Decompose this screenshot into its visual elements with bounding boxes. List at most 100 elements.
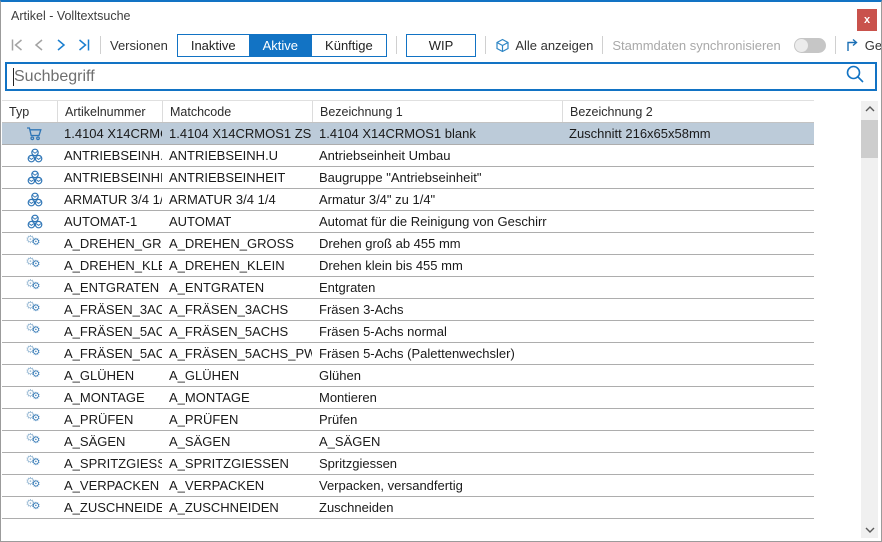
cell-bezeichnung1: Prüfen bbox=[312, 409, 562, 430]
cell-bezeichnung2 bbox=[562, 475, 814, 496]
cell-bezeichnung1: Glühen bbox=[312, 365, 562, 386]
cell-artikelnummer: A_DREHEN_GROSS bbox=[57, 233, 162, 254]
volltextsuche-window: Artikel - Volltextsuche x Versionen Inak… bbox=[0, 0, 882, 542]
scrollbar-thumb[interactable] bbox=[861, 120, 878, 158]
column-header-bezeichnung1[interactable]: Bezeichnung 1 bbox=[312, 101, 562, 122]
table-row[interactable]: AUTOMAT-1 AUTOMAT Automat für die Reinig… bbox=[2, 211, 814, 233]
cell-bezeichnung1: Zuschneiden bbox=[312, 497, 562, 518]
cell-bezeichnung2 bbox=[562, 211, 814, 232]
chevron-down-icon bbox=[865, 527, 875, 533]
scroll-down-button[interactable] bbox=[861, 522, 878, 538]
cell-bezeichnung1: Montieren bbox=[312, 387, 562, 408]
cell-bezeichnung2 bbox=[562, 409, 814, 430]
next-record-button[interactable] bbox=[53, 37, 69, 53]
cell-artikelnummer: A_DREHEN_KLEIN bbox=[57, 255, 162, 276]
cell-matchcode: A_VERPACKEN bbox=[162, 475, 312, 496]
table-row[interactable]: ⚙⚙ A_FRÄSEN_5ACHS A_FRÄSEN_5ACHS Fräsen … bbox=[2, 321, 814, 343]
cell-matchcode: AUTOMAT bbox=[162, 211, 312, 232]
search-icon[interactable] bbox=[845, 64, 865, 89]
vertical-scrollbar[interactable] bbox=[861, 101, 878, 538]
table-row[interactable]: ⚙⚙ A_ZUSCHNEIDEN A_ZUSCHNEIDEN Zuschneid… bbox=[2, 497, 814, 519]
gears-icon: ⚙⚙ bbox=[2, 233, 57, 254]
filter-inaktive-button[interactable]: Inaktive bbox=[177, 34, 250, 57]
cell-matchcode: A_ENTGRATEN bbox=[162, 277, 312, 298]
cell-bezeichnung1: Drehen klein bis 455 mm bbox=[312, 255, 562, 276]
record-navigation bbox=[9, 37, 91, 53]
cell-bezeichnung1: Entgraten bbox=[312, 277, 562, 298]
close-icon: x bbox=[864, 14, 870, 26]
first-record-icon bbox=[10, 38, 25, 52]
gears-icon: ⚙⚙ bbox=[2, 431, 57, 452]
alle-anzeigen-button[interactable]: Alle anzeigen bbox=[495, 38, 593, 53]
cell-matchcode: A_PRÜFEN bbox=[162, 409, 312, 430]
cell-artikelnummer: A_FRÄSEN_3ACHS bbox=[57, 299, 162, 320]
cell-artikelnummer: A_PRÜFEN bbox=[57, 409, 162, 430]
gehe-zu-button[interactable]: Gehe zu bbox=[845, 38, 882, 53]
column-header-artikelnummer[interactable]: Artikelnummer bbox=[57, 101, 162, 122]
gears-icon: ⚙⚙ bbox=[2, 497, 57, 518]
table-row[interactable]: ⚙⚙ A_FRÄSEN_3ACHS A_FRÄSEN_3ACHS Fräsen … bbox=[2, 299, 814, 321]
version-filter-group: Inaktive Aktive Künftige bbox=[177, 34, 387, 57]
cell-artikelnummer: A_VERPACKEN bbox=[57, 475, 162, 496]
cell-bezeichnung2 bbox=[562, 277, 814, 298]
table-row[interactable]: ARMATUR 3/4 1/4 ARMATUR 3/4 1/4 Armatur … bbox=[2, 189, 814, 211]
results-table: Typ Artikelnummer Matchcode Bezeichnung … bbox=[2, 100, 814, 519]
chevron-up-icon bbox=[865, 106, 875, 112]
stammdaten-toggle[interactable] bbox=[794, 38, 826, 53]
previous-record-button[interactable] bbox=[31, 37, 47, 53]
table-header: Typ Artikelnummer Matchcode Bezeichnung … bbox=[2, 101, 814, 123]
scroll-up-button[interactable] bbox=[861, 101, 878, 117]
column-header-bezeichnung2[interactable]: Bezeichnung 2 bbox=[562, 101, 814, 122]
cell-bezeichnung2 bbox=[562, 189, 814, 210]
toolbar-separator bbox=[485, 36, 486, 54]
table-row[interactable]: ⚙⚙ A_VERPACKEN A_VERPACKEN Verpacken, ve… bbox=[2, 475, 814, 497]
table-row[interactable]: ⚙⚙ A_DREHEN_KLEIN A_DREHEN_KLEIN Drehen … bbox=[2, 255, 814, 277]
cell-bezeichnung1: 1.4104 X14CRMOS1 blank bbox=[312, 123, 562, 144]
table-row[interactable]: ⚙⚙ A_FRÄSEN_5ACHS... A_FRÄSEN_5ACHS_PW F… bbox=[2, 343, 814, 365]
table-body: 1.4104 X14CRMO... 1.4104 X14CRMOS1 ZS 1.… bbox=[2, 123, 814, 519]
alle-anzeigen-label: Alle anzeigen bbox=[515, 38, 593, 53]
cell-bezeichnung1: Antriebseinheit Umbau bbox=[312, 145, 562, 166]
gears-icon: ⚙⚙ bbox=[2, 299, 57, 320]
gehe-zu-label: Gehe zu bbox=[865, 38, 882, 53]
first-record-button[interactable] bbox=[9, 37, 25, 53]
cell-matchcode: ARMATUR 3/4 1/4 bbox=[162, 189, 312, 210]
table-row[interactable]: ⚙⚙ A_GLÜHEN A_GLÜHEN Glühen bbox=[2, 365, 814, 387]
toggle-knob bbox=[795, 39, 808, 52]
toolbar-separator bbox=[602, 36, 603, 54]
search-box bbox=[5, 62, 877, 91]
cell-matchcode: A_SÄGEN bbox=[162, 431, 312, 452]
column-header-typ[interactable]: Typ bbox=[2, 101, 57, 122]
table-row[interactable]: ⚙⚙ A_PRÜFEN A_PRÜFEN Prüfen bbox=[2, 409, 814, 431]
toolbar-separator bbox=[835, 36, 836, 54]
cell-bezeichnung1: Baugruppe "Antriebseinheit" bbox=[312, 167, 562, 188]
wip-button[interactable]: WIP bbox=[406, 34, 477, 57]
cell-bezeichnung2 bbox=[562, 343, 814, 364]
cart-icon bbox=[2, 123, 57, 144]
table-row[interactable]: ANTRIEBSEINH. U... ANTRIEBSEINH.U Antrie… bbox=[2, 145, 814, 167]
gears-icon: ⚙⚙ bbox=[2, 277, 57, 298]
cell-bezeichnung2: Zuschnitt 216x65x58mm bbox=[562, 123, 814, 144]
table-row[interactable]: ⚙⚙ A_SPRITZGIESSEN A_SPRITZGIESSEN Sprit… bbox=[2, 453, 814, 475]
cell-matchcode: 1.4104 X14CRMOS1 ZS bbox=[162, 123, 312, 144]
toolbar-separator bbox=[100, 36, 101, 54]
table-row[interactable]: ⚙⚙ A_SÄGEN A_SÄGEN A_SÄGEN bbox=[2, 431, 814, 453]
cell-matchcode: A_ZUSCHNEIDEN bbox=[162, 497, 312, 518]
cell-bezeichnung2 bbox=[562, 145, 814, 166]
close-button[interactable]: x bbox=[857, 9, 877, 31]
cell-matchcode: A_MONTAGE bbox=[162, 387, 312, 408]
cell-artikelnummer: A_FRÄSEN_5ACHS... bbox=[57, 343, 162, 364]
filter-aktive-button[interactable]: Aktive bbox=[249, 34, 312, 57]
filter-kuenftige-button[interactable]: Künftige bbox=[311, 34, 387, 57]
table-row[interactable]: ⚙⚙ A_DREHEN_GROSS A_DREHEN_GROSS Drehen … bbox=[2, 233, 814, 255]
last-record-button[interactable] bbox=[75, 37, 91, 53]
assembly-icon bbox=[2, 189, 57, 210]
gears-icon: ⚙⚙ bbox=[2, 365, 57, 386]
gears-icon: ⚙⚙ bbox=[2, 475, 57, 496]
table-row[interactable]: ⚙⚙ A_MONTAGE A_MONTAGE Montieren bbox=[2, 387, 814, 409]
table-row[interactable]: ⚙⚙ A_ENTGRATEN A_ENTGRATEN Entgraten bbox=[2, 277, 814, 299]
column-header-matchcode[interactable]: Matchcode bbox=[162, 101, 312, 122]
table-row[interactable]: 1.4104 X14CRMO... 1.4104 X14CRMOS1 ZS 1.… bbox=[2, 123, 814, 145]
table-row[interactable]: ANTRIEBSEINHEIT... ANTRIEBSEINHEIT Baugr… bbox=[2, 167, 814, 189]
search-input[interactable] bbox=[14, 65, 845, 89]
